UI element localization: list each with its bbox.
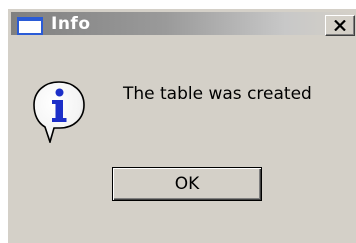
close-button[interactable] bbox=[325, 15, 355, 36]
window-icon bbox=[17, 17, 43, 35]
window-title: Info bbox=[51, 14, 91, 34]
info-icon bbox=[33, 81, 85, 143]
close-icon bbox=[334, 20, 346, 31]
info-dialog: Info The table was created OK bbox=[7, 8, 356, 243]
message-text: The table was created bbox=[123, 84, 312, 104]
ok-button[interactable]: OK bbox=[112, 167, 262, 201]
title-bar[interactable]: Info bbox=[11, 12, 355, 36]
